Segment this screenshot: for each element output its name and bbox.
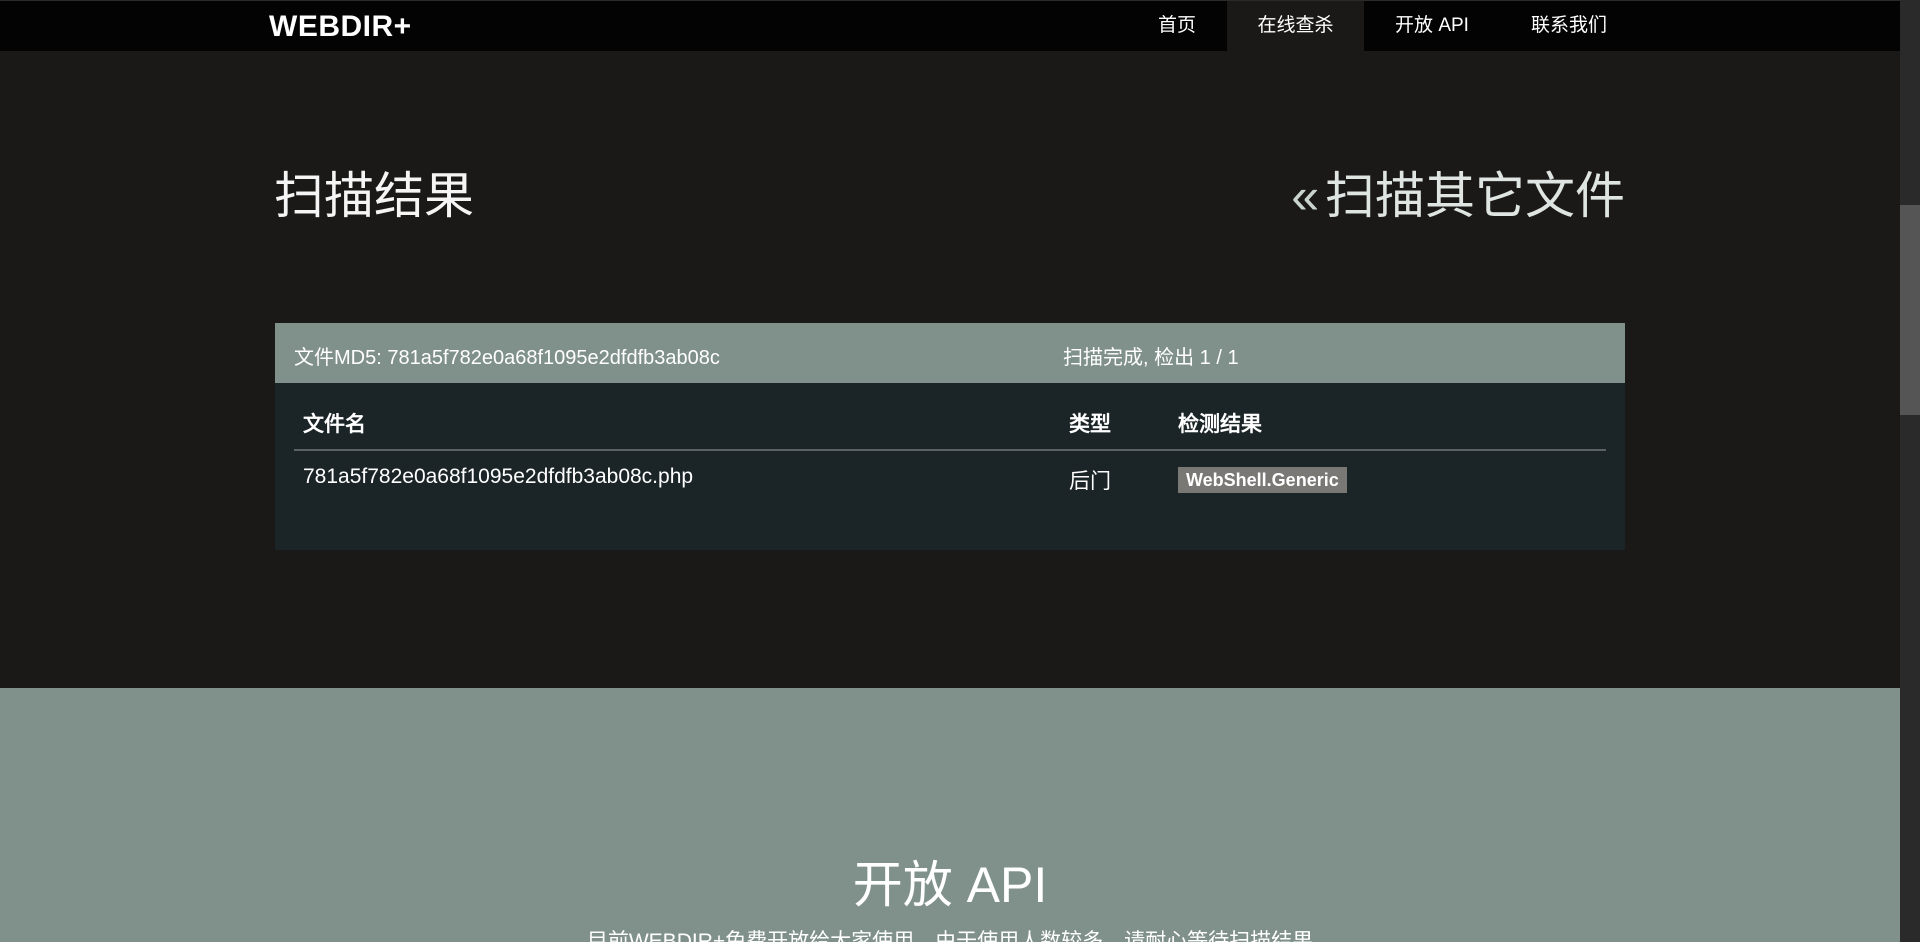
table-divider: [294, 449, 1606, 451]
nav-item-online-scan[interactable]: 在线查杀: [1227, 1, 1364, 52]
brand-logo[interactable]: WEBDIR+: [269, 10, 412, 44]
scan-other-file-link[interactable]: «扫描其它文件: [1291, 156, 1625, 228]
column-header-filename: 文件名: [303, 413, 366, 436]
nav-item-home[interactable]: 首页: [1143, 1, 1211, 52]
scan-other-file-label: 扫描其它文件: [1325, 168, 1625, 224]
detection-result-badge: WebShell.Generic: [1178, 467, 1347, 493]
scrollbar-thumb[interactable]: [1900, 205, 1920, 415]
nav-item-contact-us[interactable]: 联系我们: [1510, 1, 1628, 52]
results-panel-header: 文件MD5: 781a5f782e0a68f1095e2dfdfb3ab08c …: [275, 323, 1625, 383]
api-section-title: 开放 API: [852, 857, 1048, 913]
page-title: 扫描结果: [274, 168, 474, 224]
column-header-result: 检测结果: [1178, 413, 1262, 436]
result-type: 后门: [1069, 470, 1111, 493]
page: WEBDIR+ 首页 在线查杀 开放 API 联系我们 扫描结果 «扫描其它文件…: [0, 0, 1920, 942]
api-section-description: 目前WEBDIR+免费开放给大家使用，由于使用人数较多，请耐心等待扫描结果: [586, 930, 1314, 942]
file-md5: 文件MD5: 781a5f782e0a68f1095e2dfdfb3ab08c: [294, 347, 720, 369]
top-navbar: WEBDIR+ 首页 在线查杀 开放 API 联系我们: [0, 0, 1900, 52]
double-chevron-left-icon: «: [1291, 168, 1319, 224]
page-scrollbar[interactable]: [1900, 0, 1920, 942]
nav-item-open-api[interactable]: 开放 API: [1380, 1, 1484, 52]
result-filename: 781a5f782e0a68f1095e2dfdfb3ab08c.php: [303, 465, 694, 488]
open-api-section: 开放 API 目前WEBDIR+免费开放给大家使用，由于使用人数较多，请耐心等待…: [0, 688, 1900, 942]
scan-status: 扫描完成, 检出 1 / 1: [1063, 347, 1239, 369]
scan-results-panel: 文件MD5: 781a5f782e0a68f1095e2dfdfb3ab08c …: [275, 323, 1625, 550]
column-header-type: 类型: [1069, 413, 1111, 436]
